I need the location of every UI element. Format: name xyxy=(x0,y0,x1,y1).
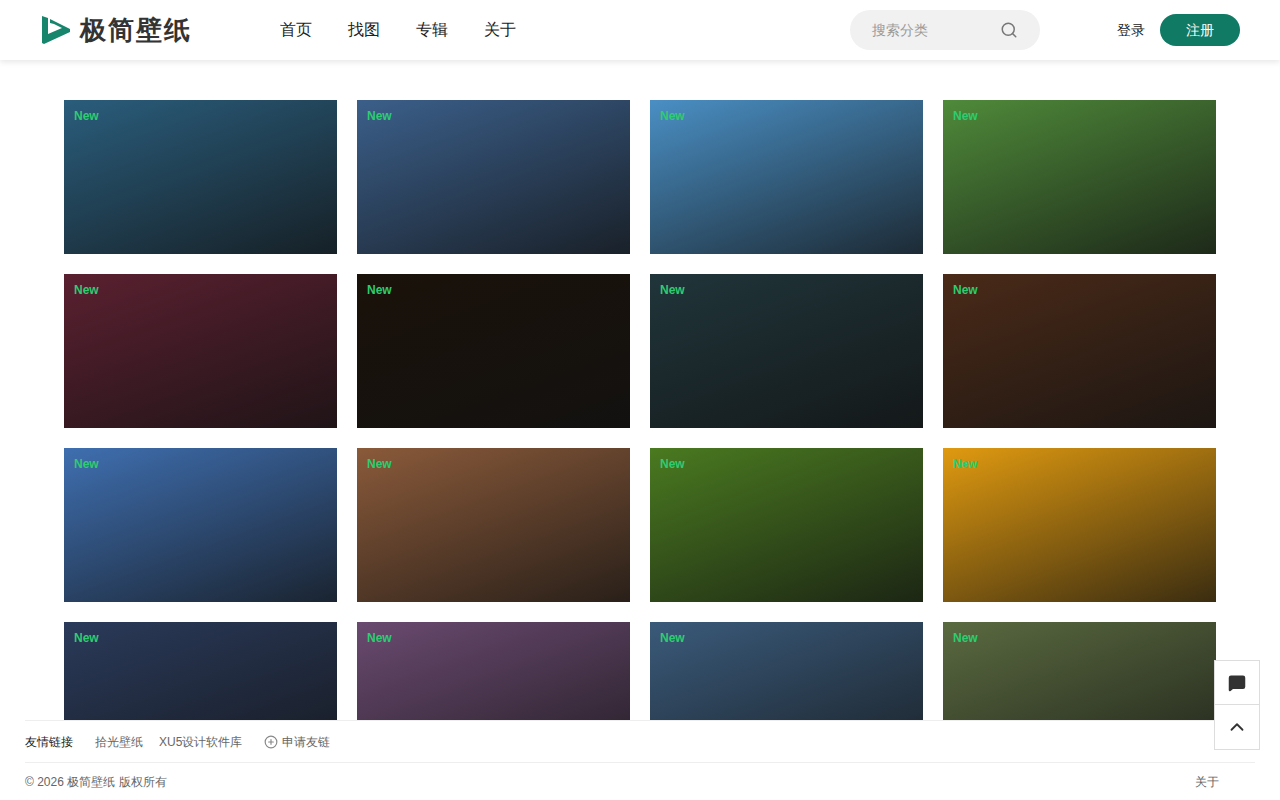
page: 极简壁纸首页找图专辑关于搜索分类登录注册NewNewNewNewNewNewNe… xyxy=(0,0,1280,800)
nav-item[interactable]: 专辑 xyxy=(416,18,448,42)
logo-icon xyxy=(40,14,72,46)
new-badge: New xyxy=(74,629,99,647)
wallpaper-card[interactable]: New xyxy=(650,448,923,602)
new-badge: New xyxy=(953,629,978,647)
new-badge: New xyxy=(367,629,392,647)
new-badge: New xyxy=(953,107,978,125)
wallpaper-card[interactable]: New xyxy=(64,100,337,254)
plus-icon xyxy=(264,735,278,749)
search-box[interactable]: 搜索分类 xyxy=(850,10,1040,50)
nav-item[interactable]: 关于 xyxy=(484,18,516,42)
logo-text: 极简壁纸 xyxy=(80,11,192,50)
new-badge: New xyxy=(367,455,392,473)
wallpaper-card[interactable]: New xyxy=(943,100,1216,254)
back-to-top-button[interactable] xyxy=(1215,705,1259,749)
friend-link[interactable]: 拾光壁纸 xyxy=(95,733,143,751)
apply-link[interactable]: 申请友链 xyxy=(264,733,330,751)
wallpaper-card[interactable]: New xyxy=(943,448,1216,602)
wallpaper-grid: New New New New New New New New New New New New New N… xyxy=(0,60,1280,800)
wallpaper-card[interactable]: New xyxy=(943,274,1216,428)
login-link[interactable]: 登录 xyxy=(1117,20,1145,41)
wallpaper-card[interactable]: New xyxy=(357,274,630,428)
wallpaper-card[interactable]: New xyxy=(64,274,337,428)
float-tools xyxy=(1214,660,1260,750)
copyright: © 2026 极简壁纸 版权所有 xyxy=(25,773,167,791)
search-placeholder: 搜索分类 xyxy=(872,20,928,41)
links-title: 友情链接 xyxy=(25,733,73,751)
friend-link[interactable]: XU5设计软件库 xyxy=(159,733,242,751)
new-badge: New xyxy=(660,107,685,125)
register-button[interactable]: 注册 xyxy=(1160,14,1240,46)
feedback-button[interactable] xyxy=(1215,661,1259,705)
footer-about[interactable]: 关于 xyxy=(1195,773,1219,791)
search-icon[interactable] xyxy=(1000,21,1018,39)
wallpaper-card[interactable]: New xyxy=(64,448,337,602)
logo[interactable]: 极简壁纸 xyxy=(40,11,280,50)
new-badge: New xyxy=(660,281,685,299)
chat-icon xyxy=(1228,674,1246,692)
nav-item[interactable]: 首页 xyxy=(280,18,312,42)
new-badge: New xyxy=(367,107,392,125)
new-badge: New xyxy=(660,455,685,473)
arrow-up-icon xyxy=(1226,716,1248,738)
nav-item[interactable]: 找图 xyxy=(348,18,380,42)
wallpaper-card[interactable]: New xyxy=(357,100,630,254)
footer: 友情链接 拾光壁纸 XU5设计软件库 申请友链 © 2026 极简壁纸 版权所有 关于 xyxy=(0,720,1280,800)
new-badge: New xyxy=(74,107,99,125)
header: 极简壁纸 首页 找图 专辑 关于 搜索分类 登录注册 xyxy=(0,0,1280,60)
new-badge: New xyxy=(953,455,978,473)
new-badge: New xyxy=(660,629,685,647)
wallpaper-card[interactable]: New xyxy=(357,448,630,602)
wallpaper-card[interactable]: New xyxy=(650,274,923,428)
main-nav: 首页 找图 专辑 关于 xyxy=(280,18,516,42)
wallpaper-card[interactable]: New xyxy=(650,100,923,254)
new-badge: New xyxy=(953,281,978,299)
new-badge: New xyxy=(74,455,99,473)
new-badge: New xyxy=(367,281,392,299)
new-badge: New xyxy=(74,281,99,299)
